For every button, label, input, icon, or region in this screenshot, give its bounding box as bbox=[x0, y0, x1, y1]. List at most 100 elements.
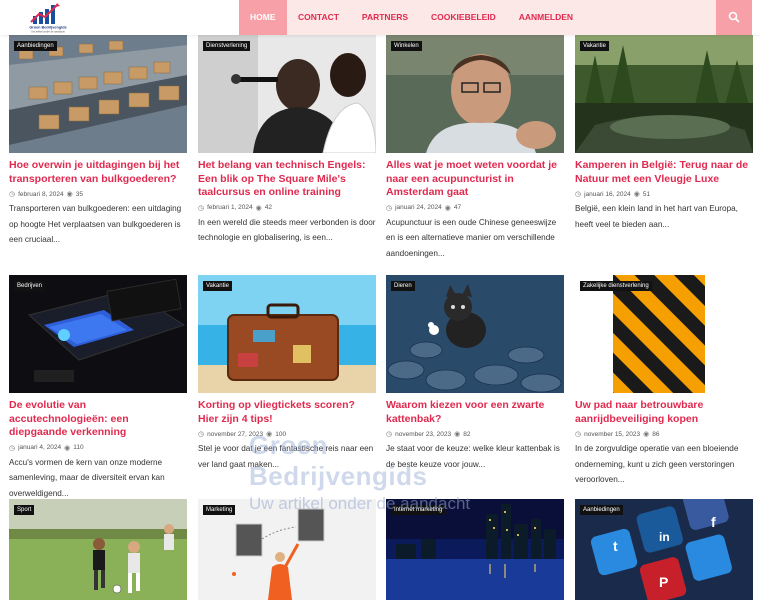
post-thumbnail[interactable]: Dieren bbox=[386, 275, 564, 393]
post-title[interactable]: Korting op vliegtickets scoren? Hier zij… bbox=[198, 399, 376, 426]
football-players-image bbox=[9, 499, 187, 600]
post-card[interactable]: Aanbiedingen Hoe overwin je uitdagingen … bbox=[9, 35, 187, 248]
post-excerpt: In de zorgvuldige operatie van een bloei… bbox=[575, 444, 739, 484]
eye-icon: ◉ bbox=[266, 431, 273, 438]
nav-home[interactable]: Home bbox=[239, 0, 287, 35]
top-bar: Groen Bedrijvengids Uw artikel onder de … bbox=[0, 0, 760, 35]
main-nav: Home Contact Partners Cookiebeleid Aanme… bbox=[239, 0, 716, 35]
post-thumbnail[interactable]: Marketing bbox=[198, 499, 376, 600]
post-meta: ◷ februari 1, 2024 ◉ 42 bbox=[198, 204, 376, 212]
post-meta: ◷ november 23, 2023 ◉ 82 bbox=[386, 430, 564, 439]
category-badge[interactable]: Zakelijke dienstverlening bbox=[580, 281, 652, 291]
category-badge[interactable]: Vakantie bbox=[580, 41, 609, 51]
post-date: januari 24, 2024 bbox=[395, 204, 442, 211]
category-badge[interactable]: Aanbiedingen bbox=[580, 505, 623, 515]
lake-forest-image bbox=[575, 35, 753, 153]
post-meta: ◷ november 27, 2023 ◉ 100 bbox=[198, 430, 376, 439]
category-badge[interactable]: Dienstverlening bbox=[203, 41, 251, 51]
post-date: november 15, 2023 bbox=[584, 430, 641, 438]
post-views: 110 bbox=[73, 444, 84, 451]
eye-icon: ◉ bbox=[64, 444, 71, 452]
post-date: januari 4, 2024 bbox=[18, 444, 62, 451]
post-card[interactable]: Winkelen Alles wat je moet weten voordat… bbox=[386, 35, 564, 261]
post-card[interactable]: t in f P Aanbiedingen bbox=[575, 499, 753, 600]
post-title[interactable]: Waarom kiezen voor een zwarte kattenbak? bbox=[386, 399, 564, 426]
eye-icon: ◉ bbox=[633, 191, 640, 198]
clock-icon: ◷ bbox=[198, 431, 205, 438]
category-badge[interactable]: Marketing bbox=[203, 505, 236, 515]
category-badge[interactable]: Internet marketing bbox=[391, 505, 446, 515]
post-thumbnail[interactable]: Vakantie bbox=[198, 275, 376, 393]
clock-icon: ◷ bbox=[575, 431, 582, 438]
clock-icon: ◷ bbox=[9, 191, 16, 198]
post-card[interactable]: Vakantie Korting op vliegtickets scoren?… bbox=[198, 275, 376, 472]
category-badge[interactable]: Winkelen bbox=[391, 41, 422, 51]
post-title[interactable]: Alles wat je moet weten voordat je naar … bbox=[386, 159, 564, 200]
post-views: 100 bbox=[275, 430, 287, 438]
category-badge[interactable]: Bedrijven bbox=[14, 281, 46, 291]
category-badge[interactable]: Vakantie bbox=[203, 281, 232, 291]
post-thumbnail[interactable]: Winkelen bbox=[386, 35, 564, 153]
hazard-stripes-image bbox=[575, 275, 753, 393]
linkedin-icon: in bbox=[659, 530, 670, 544]
post-date: februari 1, 2024 bbox=[207, 204, 253, 211]
post-thumbnail[interactable]: Sport bbox=[9, 499, 187, 600]
nav-cookiebeleid[interactable]: Cookiebeleid bbox=[420, 0, 508, 35]
post-card[interactable]: Internet marketing bbox=[386, 499, 564, 600]
post-thumbnail[interactable]: Zakelijke dienstverlening bbox=[575, 275, 753, 393]
post-meta: ◷ januari 16, 2024 ◉ 51 bbox=[575, 190, 753, 199]
category-badge[interactable]: Aanbiedingen bbox=[14, 41, 57, 51]
post-views: 86 bbox=[652, 430, 660, 438]
category-badge[interactable]: Sport bbox=[14, 505, 35, 515]
post-title[interactable]: De evolutie van accutechnologieën: een d… bbox=[9, 399, 187, 440]
post-views: 35 bbox=[75, 190, 83, 198]
post-card[interactable]: Marketing bbox=[198, 499, 376, 600]
post-date: november 23, 2023 bbox=[395, 430, 452, 438]
post-thumbnail[interactable]: Internet marketing bbox=[386, 499, 564, 600]
conveyor-boxes-image bbox=[9, 35, 187, 153]
post-card[interactable]: Zakelijke dienstverlening Uw pad naar be… bbox=[575, 275, 753, 488]
clock-icon: ◷ bbox=[198, 204, 205, 212]
post-card[interactable]: Dieren Waarom kiezen voor een zwarte kat… bbox=[386, 275, 564, 472]
facebook-icon: f bbox=[711, 514, 716, 530]
post-card[interactable]: Sport bbox=[9, 499, 187, 600]
category-badge[interactable]: Dieren bbox=[391, 281, 415, 291]
post-thumbnail[interactable]: Bedrijven bbox=[9, 275, 187, 393]
post-date: februari 8, 2024 bbox=[18, 190, 64, 198]
eye-icon: ◉ bbox=[66, 191, 73, 198]
post-date: januari 16, 2024 bbox=[584, 190, 631, 198]
post-card[interactable]: Dienstverlening Het belang van technisch… bbox=[198, 35, 376, 246]
post-thumbnail[interactable]: Vakantie bbox=[575, 35, 753, 153]
nav-aanmelden[interactable]: Aanmelden bbox=[507, 0, 584, 35]
post-title[interactable]: Kamperen in België: Terug naar de Natuur… bbox=[575, 159, 753, 186]
post-title[interactable]: Uw pad naar betrouwbare aanrijdbeveiligi… bbox=[575, 399, 753, 426]
post-excerpt: Accu's vormen de kern van onze moderne s… bbox=[9, 457, 165, 498]
post-meta: ◷ januari 4, 2024 ◉ 110 bbox=[9, 444, 187, 452]
eye-icon: ◉ bbox=[255, 204, 262, 212]
nav-partners[interactable]: Partners bbox=[350, 0, 419, 35]
clock-icon: ◷ bbox=[575, 191, 582, 198]
site-logo[interactable]: Groen Bedrijvengids Uw artikel onder de … bbox=[27, 2, 69, 34]
clock-icon: ◷ bbox=[386, 431, 393, 438]
speaker-microphone-image bbox=[198, 35, 376, 153]
post-thumbnail[interactable]: Aanbiedingen bbox=[9, 35, 187, 153]
post-excerpt: Transporteren van bulkgoederen: een uitd… bbox=[9, 204, 182, 244]
nav-contact[interactable]: Contact bbox=[287, 0, 351, 35]
search-button[interactable] bbox=[716, 0, 752, 35]
post-excerpt: Stel je voor dat je een fantastische rei… bbox=[198, 444, 374, 469]
pinterest-icon: P bbox=[659, 574, 668, 590]
svg-text:Groen Bedrijvengids: Groen Bedrijvengids bbox=[29, 26, 66, 30]
post-card[interactable]: Vakantie Kamperen in België: Terug naar … bbox=[575, 35, 753, 232]
post-title[interactable]: Het belang van technisch Engels: Een bli… bbox=[198, 159, 376, 200]
eye-icon: ◉ bbox=[643, 431, 650, 438]
clock-icon: ◷ bbox=[9, 444, 16, 452]
post-thumbnail[interactable]: t in f P Aanbiedingen bbox=[575, 499, 753, 600]
post-excerpt: België, een klein land in het hart van E… bbox=[575, 204, 738, 229]
post-title[interactable]: Hoe overwin je uitdagingen bij het trans… bbox=[9, 159, 187, 186]
suitcase-beach-image bbox=[198, 275, 376, 393]
search-icon bbox=[728, 11, 740, 23]
post-card[interactable]: Bedrijven De evolutie van accutechnologi… bbox=[9, 275, 187, 501]
post-thumbnail[interactable]: Dienstverlening bbox=[198, 35, 376, 153]
post-excerpt: Acupunctuur is een oude Chinese geneeswi… bbox=[386, 217, 557, 258]
post-excerpt: Je staat voor de keuze: welke kleur katt… bbox=[386, 444, 560, 469]
